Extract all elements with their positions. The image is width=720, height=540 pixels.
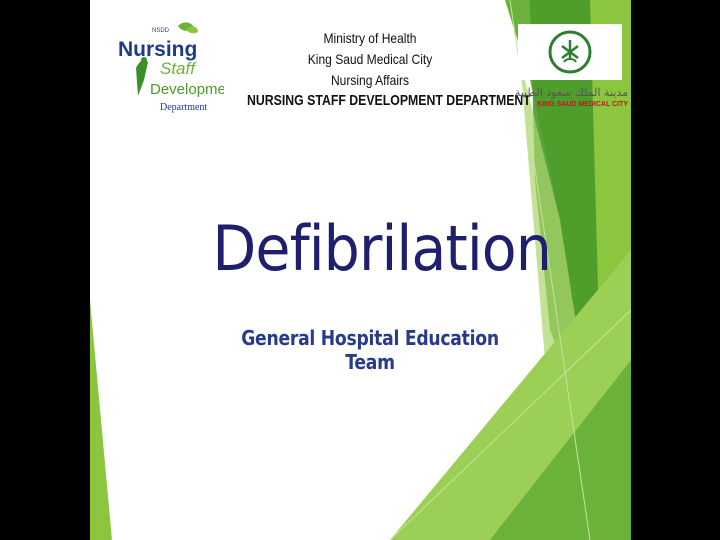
city-line: King Saud Medical City [307,51,433,67]
svg-text:Developmen: Developmen [150,81,224,98]
svg-text:KING SAUD MEDICAL CITY: KING SAUD MEDICAL CITY [537,101,628,108]
ministry-line: Ministry of Health [323,30,417,46]
ksmc-logo: مدينة الملك سعود الطبية KING SAUD MEDICA… [515,24,628,108]
nsdd-logo: NSDD Nursing Staff Developmen Department [118,22,224,113]
svg-text:Nursing: Nursing [118,38,197,61]
slide-title: Defibrilation [212,212,551,285]
svg-text:Department: Department [160,102,207,113]
slide: NSDD Nursing Staff Developmen Department… [90,0,631,540]
svg-text:NSDD: NSDD [152,28,170,34]
affairs-line: Nursing Affairs [330,72,410,88]
svg-text:Staff: Staff [160,59,197,78]
slide-subtitle: General Hospital Education Team [241,326,499,374]
svg-text:مدينة الملك سعود الطبية: مدينة الملك سعود الطبية [515,86,628,99]
header-block: Ministry of Health King Saud Medical Cit… [240,28,531,109]
department-line: NURSING STAFF DEVELOPMENT DEPARTMENT [247,92,531,109]
